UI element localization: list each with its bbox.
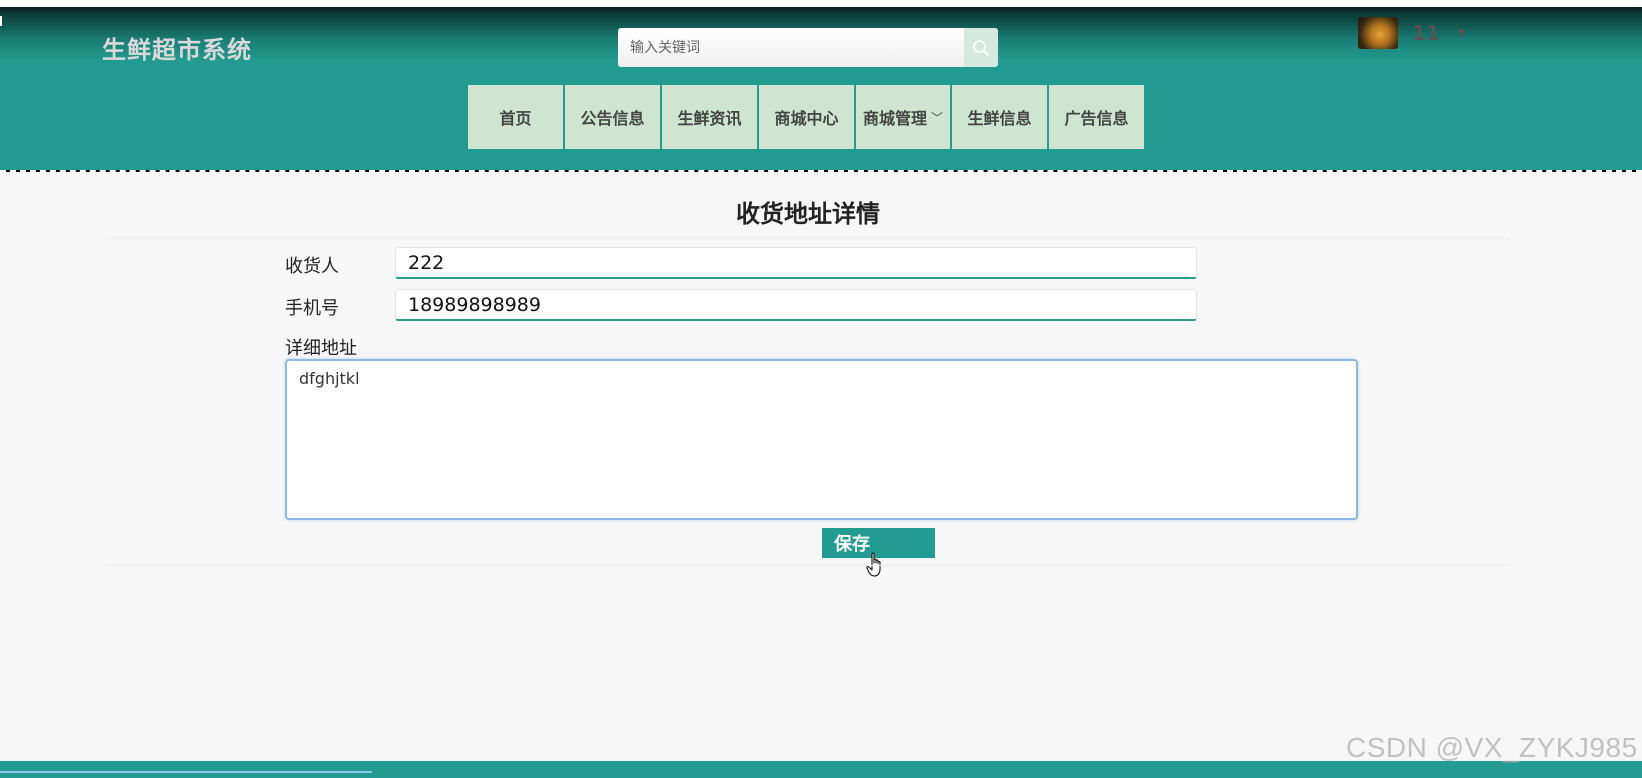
receiver-input[interactable] <box>395 247 1197 279</box>
search-input[interactable] <box>618 28 964 67</box>
phone-label: 手机号 <box>285 298 339 319</box>
address-textarea[interactable]: dfghjtkl <box>285 359 1358 520</box>
nav-item-label: 生鲜资讯 <box>677 109 742 128</box>
address-label: 详细地址 <box>285 338 357 359</box>
main-nav: 首页 公告信息 生鲜资讯 商城中心 商城管理 ﹀ 生鲜信息 广告信息 <box>468 85 1144 149</box>
caret-down-icon[interactable]: ▼ <box>1458 28 1466 39</box>
phone-input[interactable] <box>395 289 1197 321</box>
receiver-label: 收货人 <box>285 256 339 277</box>
footer-progress-line <box>0 771 372 773</box>
nav-item-mall-management[interactable]: 商城管理 ﹀ <box>856 85 950 149</box>
nav-item-label: 公告信息 <box>580 109 645 128</box>
divider <box>105 238 1510 239</box>
search-box <box>618 28 998 67</box>
nav-item-mall-center[interactable]: 商城中心 <box>759 85 854 149</box>
nav-item-label: 广告信息 <box>1064 109 1129 128</box>
divider <box>105 565 1510 566</box>
watermark: CSDN @VX_ZYKJ985 <box>1346 732 1638 763</box>
nav-item-label: 商城中心 <box>774 109 839 128</box>
nav-item-label: 商城管理 <box>862 109 927 128</box>
corner-mark <box>0 16 2 26</box>
site-logo[interactable]: 生鲜超市系统 <box>102 30 252 65</box>
username[interactable]: 11 <box>1412 21 1440 45</box>
avatar[interactable] <box>1358 17 1398 49</box>
nav-item-ads[interactable]: 广告信息 <box>1049 85 1144 149</box>
site-header: 生鲜超市系统 11 ▼ 首页 公告信息 生鲜资讯 商城中心 商城管理 ﹀ <box>0 0 1642 172</box>
nav-item-home[interactable]: 首页 <box>468 85 563 149</box>
page-title: 收货地址详情 <box>736 200 880 228</box>
user-menu[interactable]: 11 ▼ <box>1358 16 1466 50</box>
nav-item-label: 生鲜信息 <box>967 109 1032 128</box>
nav-item-fresh-info[interactable]: 生鲜信息 <box>952 85 1047 149</box>
search-icon <box>973 39 989 56</box>
nav-item-label: 首页 <box>499 109 532 128</box>
top-strip <box>0 0 1642 7</box>
search-button[interactable] <box>964 28 998 67</box>
nav-item-announcements[interactable]: 公告信息 <box>565 85 660 149</box>
nav-item-news[interactable]: 生鲜资讯 <box>662 85 757 149</box>
chevron-down-icon: ﹀ <box>931 110 944 125</box>
